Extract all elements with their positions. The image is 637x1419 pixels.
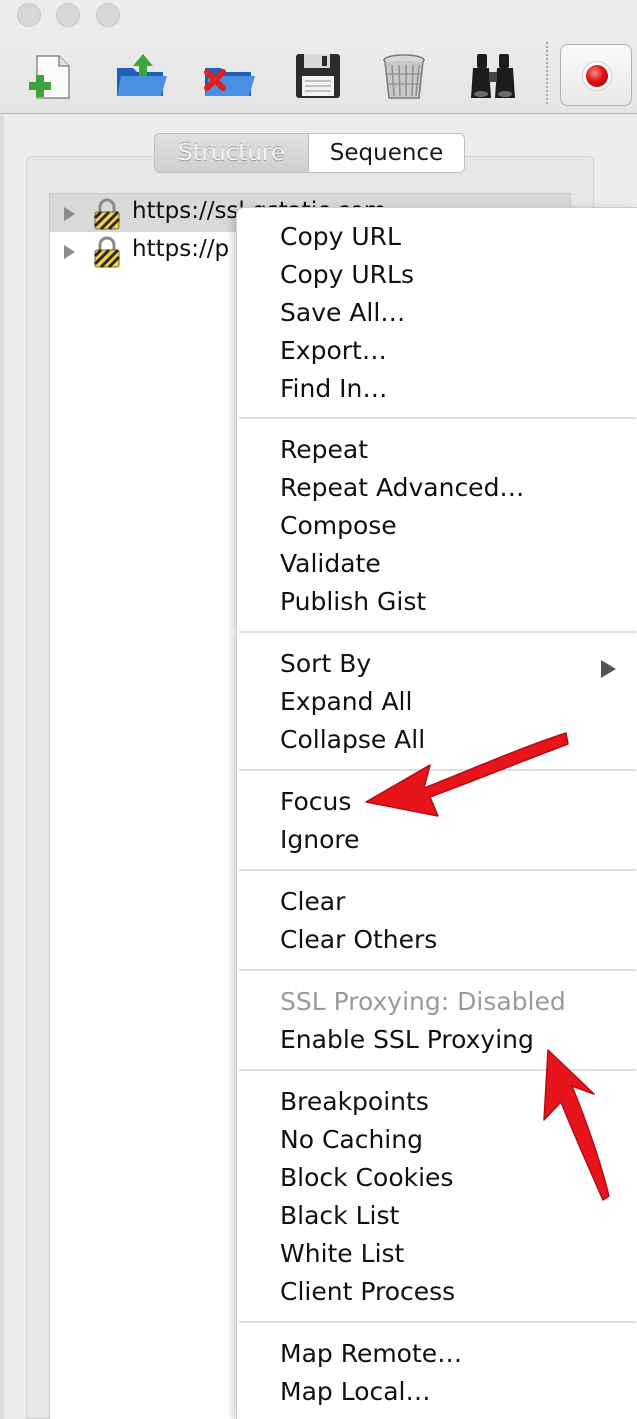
close-session-button[interactable]	[201, 48, 257, 104]
menu-separator	[239, 417, 636, 419]
submenu-arrow-icon	[601, 660, 616, 678]
menu-item-collapse-all[interactable]: Collapse All	[280, 721, 425, 759]
menu-separator	[239, 631, 636, 633]
trash-icon	[383, 54, 425, 99]
main-toolbar	[0, 30, 637, 114]
save-icon	[296, 54, 340, 98]
zoom-window-button[interactable]	[96, 3, 120, 27]
find-button[interactable]	[465, 48, 521, 104]
menu-item-expand-all[interactable]: Expand All	[280, 683, 412, 721]
menu-item-publish-gist[interactable]: Publish Gist	[280, 583, 426, 621]
new-session-button[interactable]	[23, 48, 79, 104]
record-icon	[586, 65, 608, 87]
save-button[interactable]	[290, 48, 346, 104]
menu-item-find-in[interactable]: Find In…	[280, 370, 387, 408]
lock-icon	[92, 198, 122, 230]
toolbar-separator	[546, 42, 548, 104]
menu-item-save-all[interactable]: Save All…	[280, 294, 405, 332]
minimize-window-button[interactable]	[56, 3, 80, 27]
menu-item-validate[interactable]: Validate	[280, 545, 381, 583]
lock-icon	[92, 236, 122, 268]
menu-item-map-local[interactable]: Map Local…	[280, 1373, 431, 1411]
disclosure-triangle-icon[interactable]	[64, 207, 75, 221]
menu-item-client-process[interactable]: Client Process	[280, 1273, 455, 1311]
menu-item-map-remote[interactable]: Map Remote…	[280, 1335, 462, 1373]
menu-item-breakpoints[interactable]: Breakpoints	[280, 1083, 429, 1121]
menu-item-clear[interactable]: Clear	[280, 883, 345, 921]
close-window-button[interactable]	[17, 3, 41, 27]
menu-item-clear-others[interactable]: Clear Others	[280, 921, 437, 959]
window-left-edge	[0, 115, 4, 1419]
menu-item-repeat[interactable]: Repeat	[280, 431, 368, 469]
tab-structure[interactable]: Structure	[155, 134, 309, 172]
menu-separator	[239, 1321, 636, 1323]
menu-separator	[239, 869, 636, 871]
context-menu: Copy URL Copy URLs Save All… Export… Fin…	[236, 207, 637, 1419]
new-session-icon	[29, 55, 70, 99]
disclosure-triangle-icon[interactable]	[64, 245, 75, 259]
open-session-icon	[117, 54, 167, 96]
clear-button[interactable]	[376, 48, 432, 104]
record-button[interactable]	[560, 44, 632, 106]
menu-item-copy-url[interactable]: Copy URL	[280, 218, 401, 256]
menu-item-focus[interactable]: Focus	[280, 783, 351, 821]
close-session-icon	[204, 68, 255, 96]
tab-sequence[interactable]: Sequence	[309, 134, 464, 172]
menu-item-enable-ssl-proxying[interactable]: Enable SSL Proxying	[280, 1021, 534, 1059]
binoculars-icon	[471, 54, 515, 98]
menu-item-repeat-advanced[interactable]: Repeat Advanced…	[280, 469, 524, 507]
menu-item-ignore[interactable]: Ignore	[280, 821, 360, 859]
menu-item-ssl-proxying-status: SSL Proxying: Disabled	[280, 987, 566, 1016]
open-session-button[interactable]	[113, 48, 169, 104]
menu-item-sort-by[interactable]: Sort By	[280, 645, 371, 683]
menu-item-compose[interactable]: Compose	[280, 507, 397, 545]
window-titlebar	[0, 0, 637, 30]
menu-item-black-list[interactable]: Black List	[280, 1197, 399, 1235]
menu-separator	[239, 969, 636, 971]
menu-item-white-list[interactable]: White List	[280, 1235, 404, 1273]
view-mode-segmented-control: Structure Sequence	[154, 133, 465, 173]
menu-item-no-caching[interactable]: No Caching	[280, 1121, 423, 1159]
menu-item-copy-urls[interactable]: Copy URLs	[280, 256, 414, 294]
tree-row-host: https://p	[132, 236, 230, 262]
menu-separator	[239, 1069, 636, 1071]
menu-item-block-cookies[interactable]: Block Cookies	[280, 1159, 453, 1197]
menu-separator	[239, 769, 636, 771]
menu-item-export[interactable]: Export…	[280, 332, 387, 370]
